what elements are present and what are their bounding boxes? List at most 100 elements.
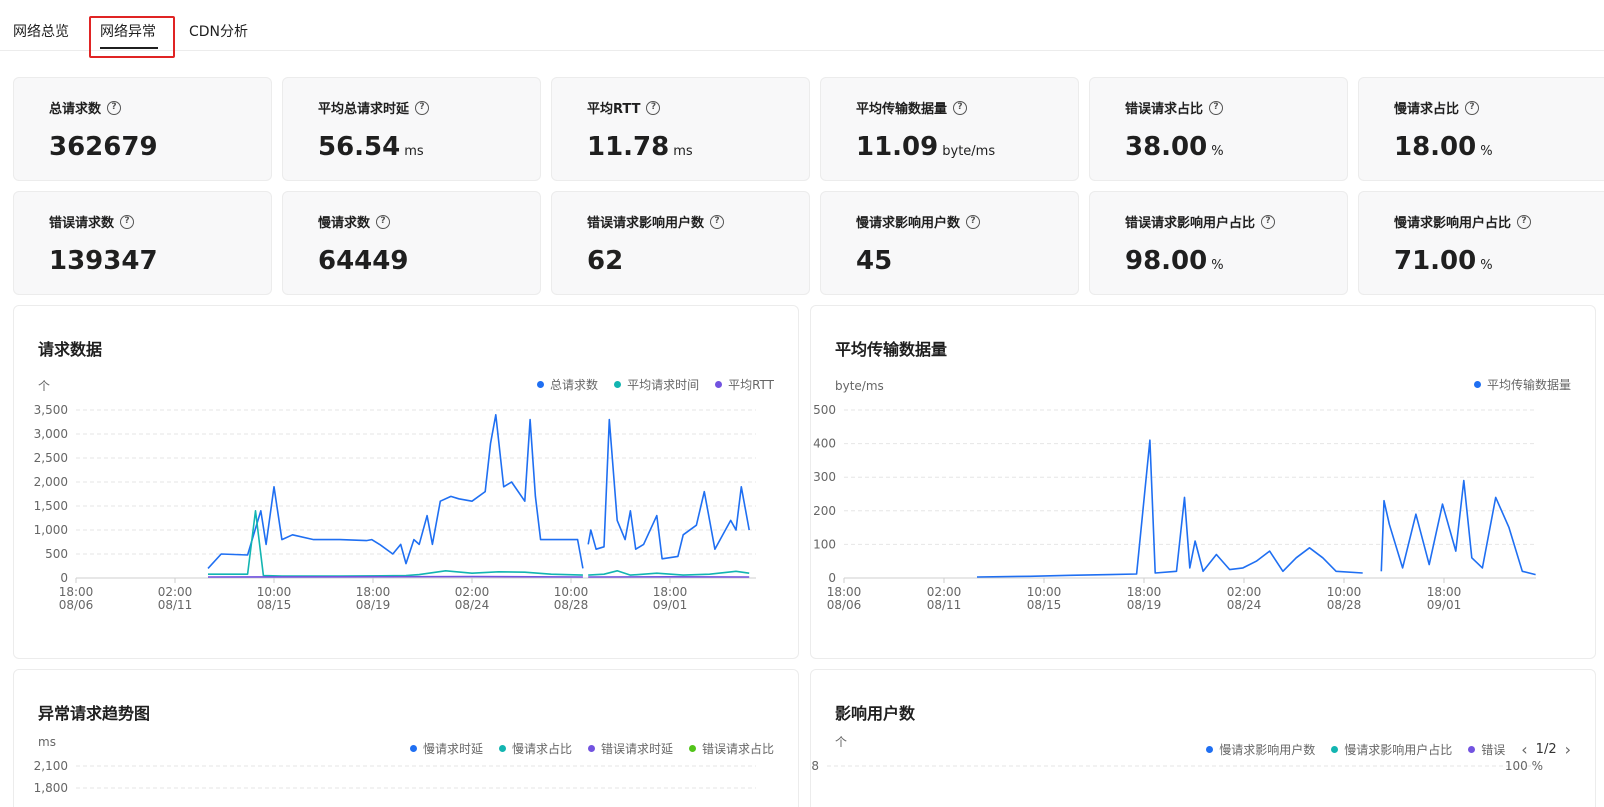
metric-value: 139347 <box>49 246 158 276</box>
metric-label-text: 错误请求影响用户数 <box>587 216 705 231</box>
metric-label-text: 总请求数 <box>49 102 102 117</box>
x-tick-label-time: 10:00 <box>1027 585 1062 599</box>
metric-card: 慢请求数? 64449 <box>282 191 541 295</box>
y-tick-label: 8 <box>811 759 819 773</box>
metric-value-number: 64449 <box>318 246 409 276</box>
x-tick-label-date: 08/15 <box>257 598 292 612</box>
y-tick-label: 2,100 <box>34 759 68 773</box>
x-tick-label-time: 10:00 <box>554 585 589 599</box>
metric-label: 总请求数? <box>49 98 122 117</box>
metric-value: 98.00% <box>1125 246 1224 276</box>
metric-label: 错误请求影响用户占比? <box>1125 212 1276 231</box>
tab-network-anomaly[interactable]: 网络异常 <box>100 22 156 42</box>
metric-card: 平均RTT? 11.78 ms <box>551 77 810 181</box>
y-axis-unit-label: byte/ms <box>835 379 884 393</box>
help-icon[interactable]: ? <box>646 100 661 115</box>
series-line <box>208 510 583 577</box>
tab-cdn-analysis[interactable]: CDN分析 <box>189 22 248 42</box>
series-line <box>587 418 750 560</box>
metric-card: 错误请求占比? 38.00% <box>1089 77 1348 181</box>
metric-card: 慢请求影响用户数? 45 <box>820 191 1079 295</box>
help-icon[interactable]: ? <box>1261 214 1276 229</box>
x-tick-label-time: 10:00 <box>257 585 292 599</box>
x-tick-label-time: 18:00 <box>1127 585 1162 599</box>
request-chart: 个3,5003,0002,5002,0001,5001,000500018:00… <box>34 379 756 612</box>
help-icon[interactable]: ? <box>120 214 135 229</box>
metric-label-text: 慢请求占比 <box>1394 102 1460 117</box>
abnormal-chart-panel: 异常请求趋势图 慢请求时延 慢请求占比 错误请求时延 错误请求占比 ms 2,100 1,… <box>13 669 799 807</box>
metric-unit: % <box>1211 258 1224 273</box>
x-tick-label-time: 02:00 <box>927 585 962 599</box>
y-tick-label: 100 <box>813 537 836 551</box>
y-axis-unit-label: 个 <box>38 379 50 393</box>
metric-value-number: 139347 <box>49 246 158 276</box>
metric-card: 平均传输数据量? 11.09 byte/ms <box>820 77 1079 181</box>
help-icon[interactable]: ? <box>1465 100 1480 115</box>
help-icon[interactable]: ? <box>376 214 391 229</box>
y-tick-label: 1,500 <box>34 499 68 513</box>
y-axis-unit-label: 个 <box>835 735 847 749</box>
metric-value-number: 18.00 <box>1394 132 1477 162</box>
metric-value: 71.00% <box>1394 246 1493 276</box>
help-icon[interactable]: ? <box>710 214 725 229</box>
metric-label-text: 错误请求数 <box>49 216 115 231</box>
abnormal-chart: ms 2,100 1,800 <box>34 735 756 795</box>
metric-label-text: 平均总请求时延 <box>318 102 410 117</box>
y-tick-label: 3,500 <box>34 403 68 417</box>
metric-label-text: 平均RTT <box>587 102 641 117</box>
metric-card: 错误请求数? 139347 <box>13 191 272 295</box>
x-tick-label-time: 18:00 <box>1427 585 1462 599</box>
x-tick-label-date: 08/11 <box>158 598 193 612</box>
x-tick-label-date: 08/06 <box>59 598 94 612</box>
metric-label-text: 平均传输数据量 <box>856 102 948 117</box>
metric-value-number: 56.54 <box>318 132 401 162</box>
metric-value-number: 45 <box>856 246 893 276</box>
metric-label-text: 慢请求影响用户数 <box>856 216 961 231</box>
transfer-chart: byte/ms500400300200100018:0008/0602:0008… <box>813 379 1536 612</box>
help-icon[interactable]: ? <box>1209 100 1224 115</box>
y-tick-label: 2,500 <box>34 451 68 465</box>
x-tick-label-time: 18:00 <box>59 585 94 599</box>
metric-label: 平均总请求时延? <box>318 98 430 117</box>
y2-tick-label: 100 % <box>1505 759 1543 773</box>
metric-card: 错误请求影响用户数? 62 <box>551 191 810 295</box>
x-tick-label-date: 08/19 <box>1127 598 1162 612</box>
tab-bar: 网络总览 网络异常 CDN分析 <box>0 0 1604 58</box>
help-icon[interactable]: ? <box>966 214 981 229</box>
help-icon[interactable]: ? <box>415 100 430 115</box>
y-tick-label: 0 <box>60 571 68 585</box>
transfer-chart-panel: 平均传输数据量 平均传输数据量 byte/ms 500 400 300 200 100 0 1… <box>810 305 1596 659</box>
metric-value-number: 362679 <box>49 132 158 162</box>
x-tick-label-date: 08/11 <box>927 598 962 612</box>
series-line <box>588 569 750 576</box>
help-icon[interactable]: ? <box>107 100 122 115</box>
metric-value-number: 11.78 <box>587 132 670 162</box>
metric-unit: % <box>1480 144 1493 159</box>
x-tick-label-date: 09/01 <box>653 598 688 612</box>
help-icon[interactable]: ? <box>1517 214 1532 229</box>
metric-value: 38.00% <box>1125 132 1224 162</box>
x-tick-label-date: 09/01 <box>1427 598 1462 612</box>
help-icon[interactable]: ? <box>953 100 968 115</box>
metric-value: 62 <box>587 246 623 276</box>
x-tick-label-date: 08/28 <box>1327 598 1362 612</box>
tab-network-overview[interactable]: 网络总览 <box>13 22 69 42</box>
y-tick-label: 1,800 <box>34 781 68 795</box>
metric-value: 11.78 ms <box>587 132 693 162</box>
y-tick-label: 400 <box>813 437 836 451</box>
y-tick-label: 1,000 <box>34 523 68 537</box>
metric-value-number: 71.00 <box>1394 246 1477 276</box>
x-tick-label-date: 08/24 <box>455 598 490 612</box>
users-chart-panel: 影响用户数 慢请求影响用户数 慢请求影响用户占比 错误 ‹ 1/2 › 个 8 100 % <box>810 669 1596 807</box>
metric-card: 错误请求影响用户占比? 98.00% <box>1089 191 1348 295</box>
y-tick-label: 300 <box>813 470 836 484</box>
y-tick-label: 3,000 <box>34 427 68 441</box>
users-chart: 个 8 100 % <box>811 735 1543 773</box>
metric-unit: % <box>1211 144 1224 159</box>
metric-label-text: 错误请求影响用户占比 <box>1125 216 1256 231</box>
metric-unit: ms <box>673 144 693 159</box>
metric-label-text: 错误请求占比 <box>1125 102 1204 117</box>
x-tick-label-time: 02:00 <box>455 585 490 599</box>
series-line <box>976 439 1363 578</box>
metric-label: 慢请求影响用户占比? <box>1394 212 1532 231</box>
